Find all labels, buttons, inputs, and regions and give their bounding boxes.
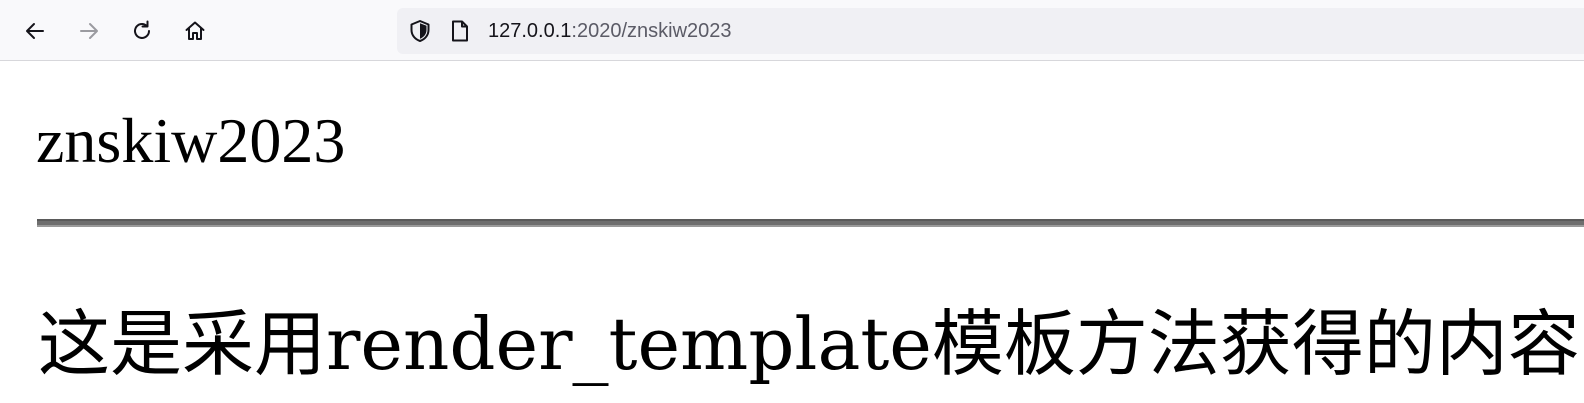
forward-button[interactable] xyxy=(71,13,107,49)
home-button[interactable] xyxy=(177,13,213,49)
back-button[interactable] xyxy=(17,13,53,49)
page-heading: znskiw2023 xyxy=(36,105,346,176)
url-bar[interactable]: 127.0.0.1:2020/znskiw2023 xyxy=(397,8,1584,54)
forward-arrow-icon xyxy=(80,23,98,39)
reload-icon xyxy=(134,20,150,39)
page-icon[interactable] xyxy=(448,19,472,43)
url-text[interactable]: 127.0.0.1:2020/znskiw2023 xyxy=(488,19,732,43)
reload-button[interactable] xyxy=(124,13,160,49)
shield-icon[interactable] xyxy=(408,19,432,43)
back-arrow-icon xyxy=(26,23,44,39)
browser-toolbar: 127.0.0.1:2020/znskiw2023 xyxy=(0,0,1584,61)
page-paragraph: 这是采用render_template模板方法获得的内容: xyxy=(38,302,1584,386)
home-icon xyxy=(185,21,205,40)
horizontal-rule xyxy=(37,219,1584,227)
url-path: :2020/znskiw2023 xyxy=(571,20,732,42)
page-content: znskiw2023 这是采用render_template模板方法获得的内容: xyxy=(0,61,1584,403)
url-host: 127.0.0.1 xyxy=(488,20,572,42)
